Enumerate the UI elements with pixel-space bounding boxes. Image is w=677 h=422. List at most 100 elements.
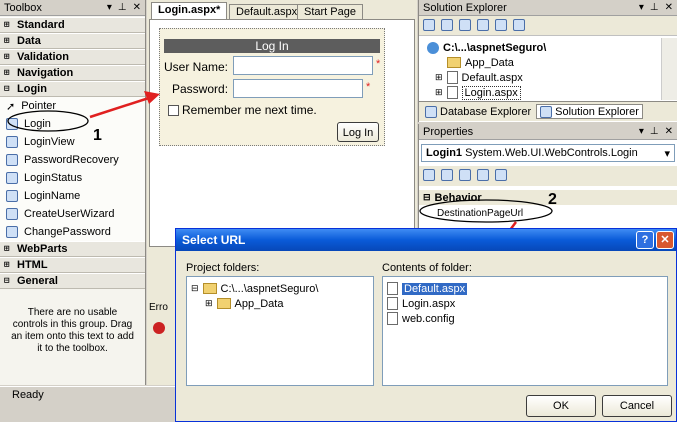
file-default-aspx[interactable]: Default.aspx [387, 281, 663, 296]
solution-scrollbar[interactable] [661, 38, 677, 100]
login-control[interactable]: Log In User Name: * Password: * Remember… [159, 28, 385, 146]
toolbox-item-pointer[interactable]: ➚ Pointer [0, 97, 145, 115]
toolbox-group-general[interactable]: ⊟ General [0, 273, 145, 289]
toolbox-item-loginview[interactable]: LoginView [0, 133, 145, 151]
pin-icon[interactable]: ⊥ [650, 126, 659, 137]
username-input[interactable] [233, 56, 373, 75]
categorized-icon[interactable] [423, 169, 435, 181]
property-destinationpageurl[interactable]: DestinationPageUrl [437, 208, 523, 219]
toolbox-panel: Toolbox ▾ ⊥ ✕ ⊞ Standard ⊞ Data ⊞ Validation … [0, 0, 146, 385]
tab-default-aspx[interactable]: Default.aspx [229, 4, 305, 19]
plus-icon: ⊞ [4, 68, 10, 78]
solution-explorer-title-bar: Solution Explorer ▾ ⊥ ✕ [419, 0, 677, 16]
login-header: Log In [164, 39, 380, 53]
refresh-icon[interactable] [441, 19, 453, 31]
close-icon: ✕ [660, 234, 670, 246]
login-button[interactable]: Log In [337, 122, 379, 142]
dialog-title-bar: Select URL [176, 229, 676, 251]
dropdown-icon[interactable]: ▾ [639, 126, 644, 137]
properties-icon[interactable] [423, 19, 435, 31]
help-button[interactable]: ? [636, 231, 654, 249]
toolbox-group-html[interactable]: ⊞ HTML [0, 257, 145, 273]
config-file-icon [387, 312, 398, 325]
folder-icon [216, 298, 231, 309]
properties-object-selector[interactable]: Login1 System.Web.UI.WebControls.Login ▾ [421, 144, 675, 162]
dialog-title: Select URL [182, 233, 246, 247]
toolbox-item-loginstatus[interactable]: LoginStatus [0, 169, 145, 187]
toolbox-group-navigation[interactable]: ⊞ Navigation [0, 65, 145, 81]
tree-root[interactable]: ⊟ C:\...\aspnetSeguro\ [191, 281, 369, 296]
toolbox-group-webparts[interactable]: ⊞ WebParts [0, 241, 145, 257]
ok-button[interactable]: OK [526, 395, 596, 417]
solution-root[interactable]: C:\...\aspnetSeguro\ [427, 40, 657, 55]
close-icon[interactable]: ✕ [133, 2, 141, 13]
view-designer-icon[interactable] [495, 19, 507, 31]
error-tab[interactable]: Erro [149, 302, 168, 313]
toolbox-item-passwordrecovery[interactable]: PasswordRecovery [0, 151, 145, 169]
loginname-icon [6, 190, 18, 202]
pin-icon[interactable]: ⊥ [650, 2, 659, 13]
property-pages-icon[interactable] [495, 169, 507, 181]
tree-app-data[interactable]: ⊞ App_Data [191, 296, 369, 311]
close-icon[interactable]: ✕ [665, 2, 673, 13]
close-icon[interactable]: ✕ [665, 126, 673, 137]
folder-contents-list[interactable]: Default.aspx Login.aspx web.config [382, 276, 668, 386]
passwordrecovery-icon [6, 154, 18, 166]
password-input[interactable] [233, 79, 363, 98]
plus-icon: ⊞ [4, 260, 10, 270]
toolbox-group-data[interactable]: ⊞ Data [0, 33, 145, 49]
toolbox-item-login[interactable]: Login [0, 115, 145, 133]
solution-item-login-aspx[interactable]: ⊞ Login.aspx [427, 85, 657, 100]
show-all-files-icon[interactable] [459, 19, 471, 31]
view-code-icon[interactable] [477, 19, 489, 31]
createuserwizard-icon [6, 208, 18, 220]
tab-login-aspx[interactable]: Login.aspx* [151, 2, 228, 19]
events-icon[interactable] [477, 169, 489, 181]
properties-toolbar [419, 166, 677, 186]
solution-item-default-aspx[interactable]: ⊞ Default.aspx [427, 70, 657, 85]
solution-icon [540, 105, 553, 118]
dropdown-icon[interactable]: ▾ [639, 2, 644, 13]
minus-icon: ⊟ [4, 84, 10, 94]
solution-item-app-data[interactable]: App_Data [427, 55, 657, 70]
toolbox-group-standard[interactable]: ⊞ Standard [0, 17, 145, 33]
file-web-config[interactable]: web.config [387, 311, 663, 326]
contents-label: Contents of folder: [382, 262, 472, 274]
file-login-aspx[interactable]: Login.aspx [387, 296, 663, 311]
cancel-button[interactable]: Cancel [602, 395, 672, 417]
folder-icon [202, 283, 217, 294]
minus-icon: ⊟ [4, 276, 10, 286]
tab-start-page[interactable]: Start Page [297, 4, 363, 19]
minus-icon: ⊟ [423, 192, 431, 202]
toolbox-item-createuserwizard[interactable]: CreateUserWizard [0, 205, 145, 223]
alphabetical-icon[interactable] [441, 169, 453, 181]
tab-solution-explorer[interactable]: Solution Explorer [536, 104, 643, 119]
properties-view-icon[interactable] [459, 169, 471, 181]
toolbox-item-changepassword[interactable]: ChangePassword [0, 223, 145, 241]
select-url-dialog: Select URL ? ✕ Project folders: Contents… [175, 228, 677, 422]
username-label: User Name: [164, 60, 229, 74]
toolbox-empty-text: There are no usable controls in this gro… [11, 307, 134, 354]
password-label: Password: [172, 82, 229, 96]
globe-icon [427, 41, 439, 54]
nest-related-icon[interactable] [513, 19, 525, 31]
toolbox-group-validation[interactable]: ⊞ Validation [0, 49, 145, 65]
dropdown-icon[interactable]: ▾ [107, 2, 112, 13]
plus-icon: ⊞ [4, 244, 10, 254]
folder-icon [447, 57, 461, 68]
properties-title: Properties [423, 126, 474, 138]
pointer-icon: ➚ [6, 100, 16, 113]
properties-category[interactable]: ⊟ Behavior [419, 190, 677, 205]
project-folders-tree[interactable]: ⊟ C:\...\aspnetSeguro\ ⊞ App_Data [186, 276, 374, 386]
remember-checkbox[interactable] [168, 105, 179, 116]
solution-tabs: Database Explorer Solution Explorer [419, 101, 677, 121]
toolbox-item-loginname[interactable]: LoginName [0, 187, 145, 205]
dialog-close-button[interactable]: ✕ [656, 231, 674, 249]
toolbox-group-login[interactable]: ⊟ Login [0, 81, 145, 97]
username-required: * [376, 58, 381, 70]
tab-database-explorer[interactable]: Database Explorer [422, 104, 534, 119]
pin-icon[interactable]: ⊥ [118, 2, 127, 13]
plus-icon: ⊞ [4, 36, 10, 46]
loginstatus-icon [6, 172, 18, 184]
page-icon [446, 86, 458, 99]
